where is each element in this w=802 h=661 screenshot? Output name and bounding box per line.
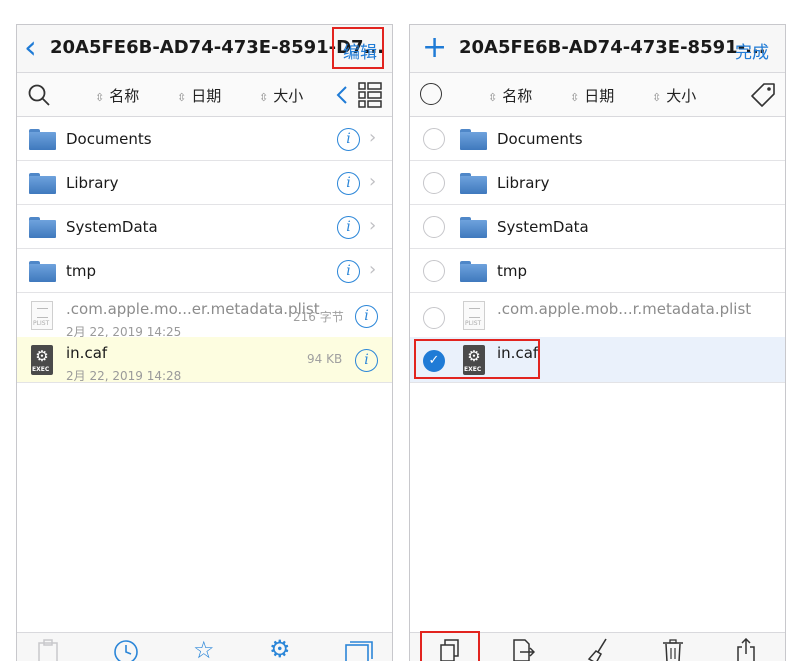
sort-by-name[interactable]: ⇳ 名称 [488,85,532,106]
sort-by-date[interactable]: ⇳ 日期 [177,85,221,106]
file-name: Documents [66,130,152,148]
sort-by-size[interactable]: ⇳ 大小 [652,85,696,106]
back-icon[interactable]: ‹ [24,29,37,65]
file-name: .com.apple.mob...r.metadata.plist [497,300,752,318]
chevron-right-icon: › [369,127,377,148]
file-row-plist[interactable]: PLIST .com.apple.mob...r.metadata.plist [410,293,785,339]
file-name: Library [497,174,550,192]
file-name: .com.apple.mo...er.metadata.plist [66,300,320,318]
file-row-library[interactable]: Library i › [17,161,392,205]
file-row-documents[interactable]: Documents [410,117,785,161]
left-navbar: ‹ 20A5FE6B-AD74-473E-8591-D7... 编辑 [17,25,392,73]
left-screen: ‹ 20A5FE6B-AD74-473E-8591-D7... 编辑 ⇳ 名称 ⇳… [16,24,393,661]
info-icon[interactable]: i [355,349,378,372]
select-radio[interactable] [423,128,445,150]
gear-icon[interactable]: ⚙ [269,635,291,661]
file-size: 94 KB [307,352,343,366]
sort-by-size[interactable]: ⇳ 大小 [259,85,303,106]
chevron-right-icon: › [369,259,377,280]
file-name: in.caf [66,344,108,362]
file-name: tmp [497,262,528,280]
move-icon[interactable] [511,639,535,661]
sort-arrow-icon: ⇳ [95,91,105,104]
add-icon[interactable]: + [422,29,447,67]
left-sortbar: ⇳ 名称 ⇳ 日期 ⇳ 大小 [17,73,392,117]
sort-by-name[interactable]: ⇳ 名称 [95,85,139,106]
select-radio[interactable] [423,216,445,238]
folder-icon [29,217,56,238]
folder-icon [29,261,56,282]
file-name: Library [66,174,119,192]
copy-button-highlight [420,631,480,661]
sort-arrow-icon: ⇳ [570,91,580,104]
info-icon[interactable]: i [355,305,378,328]
folder-icon [460,129,487,150]
file-row-systemdata[interactable]: SystemData [410,205,785,249]
file-row-plist[interactable]: PLIST .com.apple.mo...er.metadata.plist … [17,293,392,339]
info-icon[interactable]: i [337,216,360,239]
selected-row-highlight [414,339,540,379]
clean-icon[interactable] [586,638,610,661]
file-name: SystemData [66,218,158,236]
file-date: 2月 22, 2019 14:28 [66,369,182,383]
right-navbar: + 20A5FE6B-AD74-473E-8591-... 完成 [410,25,785,73]
file-row-tmp[interactable]: tmp [410,249,785,293]
info-icon[interactable]: i [337,172,360,195]
plist-file-icon: PLIST [31,301,53,330]
clock-icon[interactable] [113,639,139,661]
select-radio[interactable] [423,307,445,329]
file-name: tmp [66,262,97,280]
sort-arrow-icon: ⇳ [259,91,269,104]
share-icon[interactable] [735,638,757,661]
file-row-documents[interactable]: Documents i › [17,117,392,161]
select-radio[interactable] [423,260,445,282]
folder-icon [29,129,56,150]
folder-icon [29,173,56,194]
folder-icon [460,217,487,238]
select-radio[interactable] [423,172,445,194]
search-icon[interactable] [27,83,51,107]
grid-view-icon[interactable] [358,82,382,108]
file-row-library[interactable]: Library [410,161,785,205]
right-sortbar: ⇳ 名称 ⇳ 日期 ⇳ 大小 [410,73,785,117]
right-page-title: 20A5FE6B-AD74-473E-8591-... [459,37,766,58]
folder-icon [460,173,487,194]
edit-button-highlight [332,27,384,69]
chevron-right-icon: › [369,215,377,236]
file-row-tmp[interactable]: tmp i › [17,249,392,293]
sort-arrow-icon: ⇳ [652,91,662,104]
chevron-right-icon: › [369,171,377,192]
collapse-chevron-icon[interactable] [335,85,349,105]
info-icon[interactable]: i [337,128,360,151]
file-size: 216 字节 [293,310,344,324]
tag-icon[interactable] [750,82,776,108]
trash-icon[interactable] [662,639,684,661]
sort-arrow-icon: ⇳ [177,91,187,104]
file-row-incaf[interactable]: ⚙ EXEC in.caf 2月 22, 2019 14:28 94 KB i [17,337,392,383]
file-name: SystemData [497,218,589,236]
exec-file-icon: ⚙ EXEC [31,345,53,375]
star-icon[interactable]: ☆ [193,636,215,661]
select-all-icon[interactable] [420,83,442,105]
sort-by-date[interactable]: ⇳ 日期 [570,85,614,106]
done-button[interactable]: 完成 [735,38,769,63]
windows-icon[interactable] [345,640,373,661]
sort-arrow-icon: ⇳ [488,91,498,104]
plist-file-icon: PLIST [463,301,485,330]
right-screen: + 20A5FE6B-AD74-473E-8591-... 完成 ⇳ 名称 ⇳ 日期… [409,24,786,661]
info-icon[interactable]: i [337,260,360,283]
file-row-systemdata[interactable]: SystemData i › [17,205,392,249]
left-toolbar: ☆ ⚙ [17,632,392,661]
clipboard-icon[interactable] [37,639,59,661]
file-name: Documents [497,130,583,148]
folder-icon [460,261,487,282]
